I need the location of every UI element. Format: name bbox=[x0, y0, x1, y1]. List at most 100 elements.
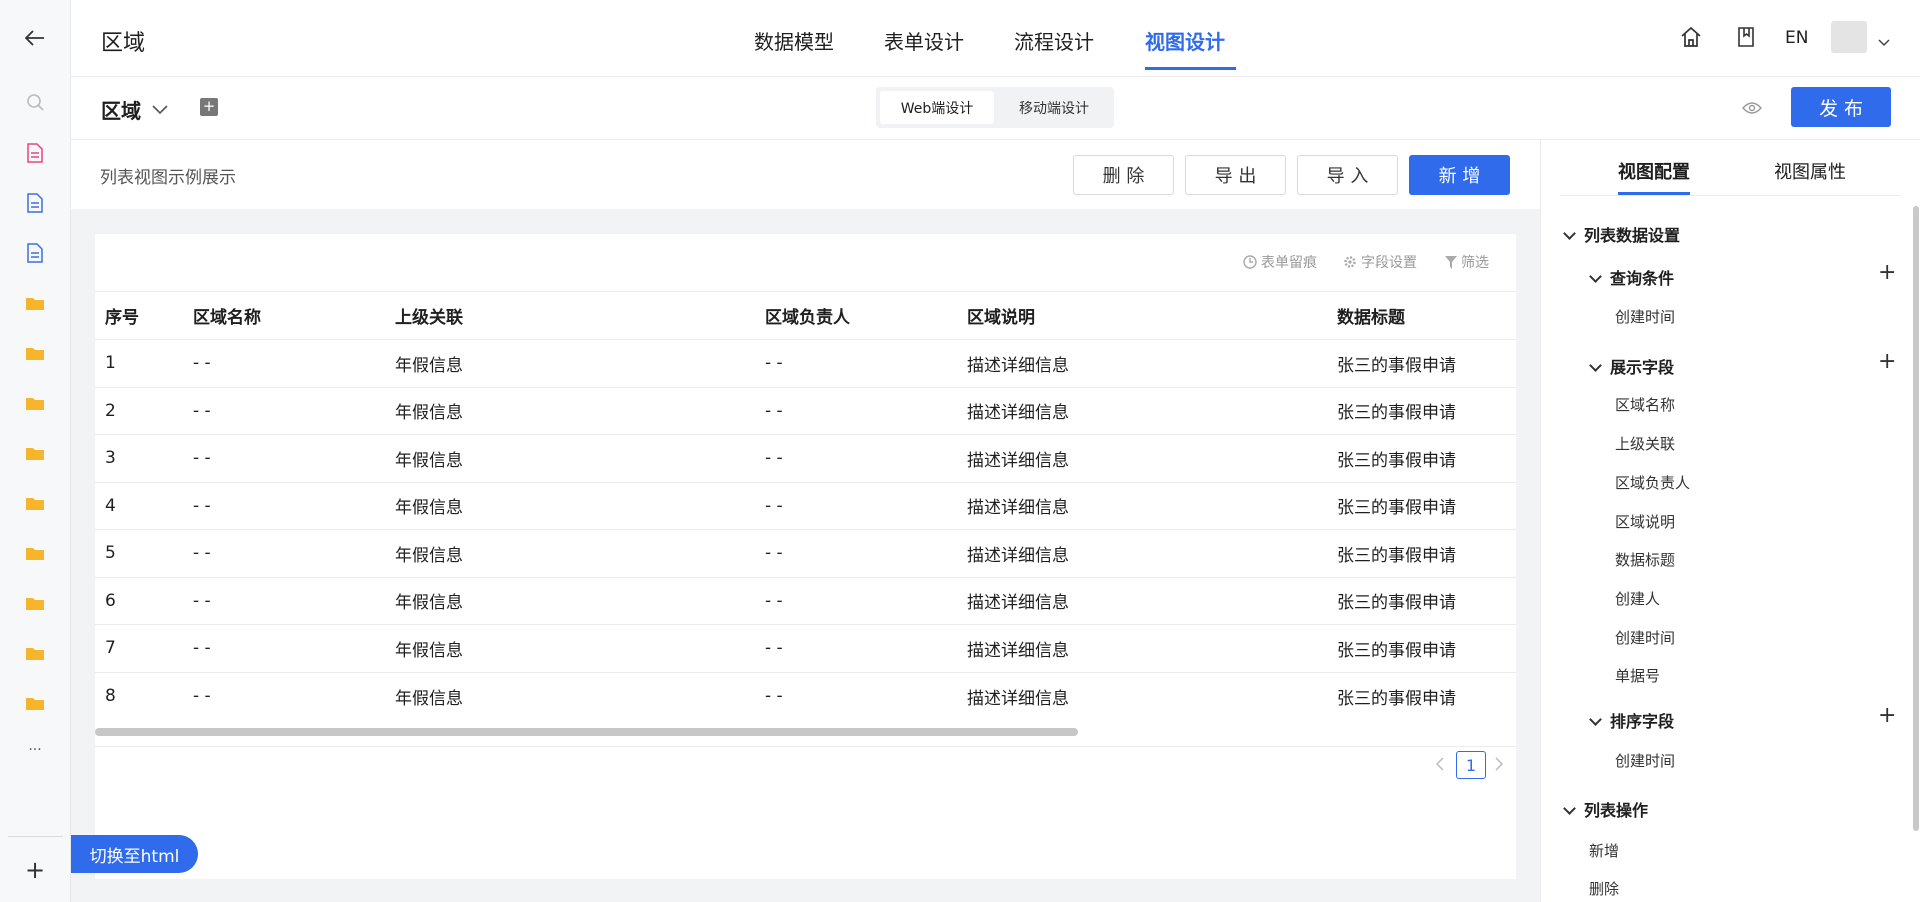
display-field-item[interactable]: 区域名称 bbox=[1615, 394, 1675, 415]
folder-icon[interactable] bbox=[22, 590, 48, 616]
switch-to-html-button[interactable]: 切换至html bbox=[71, 835, 198, 873]
operation-item[interactable]: 删除 bbox=[1589, 878, 1619, 899]
history-tool[interactable]: 表单留痕 bbox=[1243, 252, 1317, 272]
avatar[interactable] bbox=[1831, 21, 1867, 53]
display-field-item[interactable]: 区域说明 bbox=[1615, 511, 1675, 532]
folder-icon[interactable] bbox=[22, 440, 48, 466]
table-row[interactable]: 3- - 年假信息 - - 描述详细信息 张三的事假申请 bbox=[95, 434, 1516, 482]
back-arrow-icon[interactable] bbox=[22, 25, 48, 51]
book-icon[interactable] bbox=[1737, 27, 1755, 51]
add-button[interactable]: + bbox=[22, 856, 48, 884]
table-cell: 年假信息 bbox=[395, 339, 765, 387]
gear-icon bbox=[1344, 256, 1356, 268]
chevron-left-icon[interactable] bbox=[1435, 756, 1445, 776]
folder-icon[interactable] bbox=[22, 490, 48, 516]
table-cell: - - bbox=[765, 624, 967, 672]
table-cell: 描述详细信息 bbox=[967, 386, 1337, 435]
section-list-operations[interactable]: 列表操作 bbox=[1563, 797, 1648, 821]
data-table: 序号 区域名称 上级关联 区域负责人 区域说明 数据标题 1- - 年假信息 - -… bbox=[95, 291, 1516, 720]
tab-data-model[interactable]: 数据模型 bbox=[754, 26, 834, 55]
chevron-down-icon[interactable] bbox=[152, 100, 168, 119]
folder-icon[interactable] bbox=[22, 290, 48, 316]
table-cell: 5 bbox=[95, 529, 193, 577]
import-button[interactable]: 导 入 bbox=[1297, 155, 1398, 195]
display-field-item[interactable]: 单据号 bbox=[1615, 665, 1660, 686]
more-items[interactable]: ... bbox=[22, 733, 48, 759]
folder-icon[interactable] bbox=[22, 690, 48, 716]
delete-button[interactable]: 删 除 bbox=[1073, 155, 1174, 195]
chevron-down-icon[interactable] bbox=[1878, 32, 1890, 51]
panel-divider bbox=[1561, 195, 1901, 196]
chevron-down-icon bbox=[1589, 270, 1602, 283]
tab-view-properties[interactable]: 视图属性 bbox=[1774, 158, 1846, 184]
display-field-item[interactable]: 创建人 bbox=[1615, 588, 1660, 609]
blue-document-icon[interactable] bbox=[22, 240, 48, 266]
home-icon[interactable] bbox=[1680, 26, 1702, 52]
history-label: 表单留痕 bbox=[1261, 255, 1317, 271]
table-cell: - - bbox=[765, 386, 967, 435]
table-cell: - - bbox=[193, 671, 395, 720]
display-field-item[interactable]: 数据标题 bbox=[1615, 549, 1675, 570]
display-field-item[interactable]: 上级关联 bbox=[1615, 433, 1675, 454]
table-cell: 3 bbox=[95, 434, 193, 482]
web-design-option[interactable]: Web端设计 bbox=[880, 91, 994, 124]
tab-view-config[interactable]: 视图配置 bbox=[1618, 158, 1690, 184]
folder-icon[interactable] bbox=[22, 640, 48, 666]
filter-tool[interactable]: 筛选 bbox=[1445, 252, 1489, 272]
add-view-icon[interactable]: + bbox=[200, 98, 218, 116]
page-number[interactable]: 1 bbox=[1456, 751, 1486, 779]
table-cell: 张三的事假申请 bbox=[1337, 576, 1516, 625]
add-new-button[interactable]: 新 增 bbox=[1409, 155, 1510, 195]
table-cell: - - bbox=[193, 624, 395, 672]
table-cell: 6 bbox=[95, 576, 193, 625]
table-cell: 描述详细信息 bbox=[967, 481, 1337, 530]
section-display-fields[interactable]: 展示字段 bbox=[1589, 354, 1674, 378]
blue-document-icon[interactable] bbox=[22, 190, 48, 216]
table-cell: 张三的事假申请 bbox=[1337, 671, 1516, 720]
tab-view-design[interactable]: 视图设计 bbox=[1145, 26, 1225, 55]
export-button[interactable]: 导 出 bbox=[1185, 155, 1286, 195]
table-row[interactable]: 1- - 年假信息 - - 描述详细信息 张三的事假申请 bbox=[95, 339, 1516, 387]
table-row[interactable]: 5- - 年假信息 - - 描述详细信息 张三的事假申请 bbox=[95, 529, 1516, 577]
right-panel: 视图配置 视图属性 列表数据设置 查询条件 + 创建时间 展示字段 + 区域名称… bbox=[1540, 140, 1920, 902]
folder-icon[interactable] bbox=[22, 540, 48, 566]
list-header: 列表视图示例展示 删 除 导 出 导 入 新 增 bbox=[71, 140, 1540, 209]
column-header: 区域负责人 bbox=[765, 291, 967, 340]
search-icon[interactable] bbox=[22, 89, 48, 115]
sort-field-item[interactable]: 创建时间 bbox=[1615, 750, 1675, 771]
vertical-scrollbar[interactable] bbox=[1913, 206, 1919, 831]
section-list-settings[interactable]: 列表数据设置 bbox=[1563, 222, 1680, 246]
red-document-icon[interactable] bbox=[22, 140, 48, 166]
table-row[interactable]: 4- - 年假信息 - - 描述详细信息 张三的事假申请 bbox=[95, 481, 1516, 530]
add-sort-field-icon[interactable]: + bbox=[1878, 703, 1896, 728]
folder-icon[interactable] bbox=[22, 340, 48, 366]
query-item[interactable]: 创建时间 bbox=[1615, 306, 1675, 327]
horizontal-scrollbar[interactable] bbox=[95, 728, 1078, 736]
table-cell: 年假信息 bbox=[395, 671, 765, 720]
view-title[interactable]: 区域 bbox=[101, 95, 141, 124]
operation-item[interactable]: 新增 bbox=[1589, 840, 1619, 861]
tab-form-design[interactable]: 表单设计 bbox=[884, 26, 964, 55]
language-switch[interactable]: EN bbox=[1785, 28, 1808, 48]
section-sort-fields[interactable]: 排序字段 bbox=[1589, 708, 1674, 732]
add-display-field-icon[interactable]: + bbox=[1878, 349, 1896, 374]
main-area: 列表视图示例展示 删 除 导 出 导 入 新 增 表单留痕 字段设置 筛选 序号 bbox=[71, 140, 1540, 902]
chevron-right-icon[interactable] bbox=[1494, 756, 1504, 776]
field-settings-tool[interactable]: 字段设置 bbox=[1343, 252, 1417, 272]
table-cell: 张三的事假申请 bbox=[1337, 339, 1516, 387]
tab-flow-design[interactable]: 流程设计 bbox=[1014, 26, 1094, 55]
folder-icon[interactable] bbox=[22, 390, 48, 416]
display-field-item[interactable]: 创建时间 bbox=[1615, 627, 1675, 648]
table-row[interactable]: 7- - 年假信息 - - 描述详细信息 张三的事假申请 bbox=[95, 624, 1516, 672]
table-row[interactable]: 6- - 年假信息 - - 描述详细信息 张三的事假申请 bbox=[95, 576, 1516, 625]
publish-button[interactable]: 发 布 bbox=[1791, 87, 1891, 127]
mobile-design-option[interactable]: 移动端设计 bbox=[998, 91, 1110, 124]
table-row[interactable]: 8- - 年假信息 - - 描述详细信息 张三的事假申请 bbox=[95, 671, 1516, 720]
column-header: 序号 bbox=[95, 291, 193, 340]
table-row[interactable]: 2- - 年假信息 - - 描述详细信息 张三的事假申请 bbox=[95, 386, 1516, 435]
preview-eye-icon[interactable] bbox=[1742, 100, 1762, 119]
table-cell: 张三的事假申请 bbox=[1337, 434, 1516, 482]
section-query-conditions[interactable]: 查询条件 bbox=[1589, 265, 1674, 289]
add-query-icon[interactable]: + bbox=[1878, 260, 1896, 285]
display-field-item[interactable]: 区域负责人 bbox=[1615, 472, 1690, 493]
